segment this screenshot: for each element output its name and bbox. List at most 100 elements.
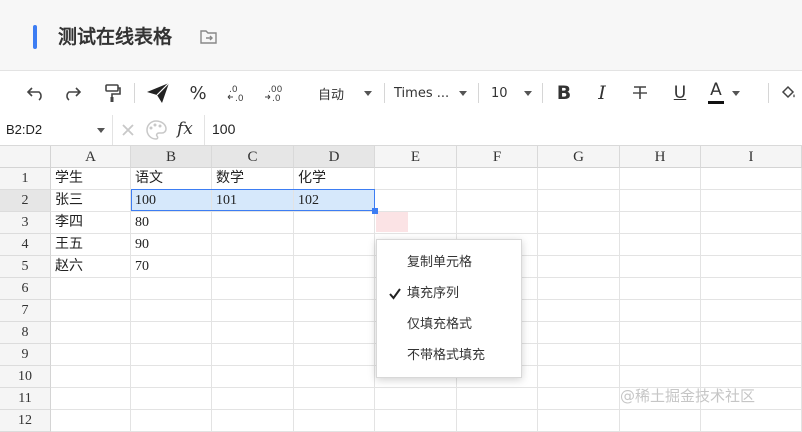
cell-a11[interactable]: [51, 388, 131, 410]
column-header-f[interactable]: F: [457, 146, 538, 168]
cell-g8[interactable]: [538, 322, 620, 344]
column-header-g[interactable]: G: [538, 146, 620, 168]
cell-i5[interactable]: [701, 256, 802, 278]
cell-f1[interactable]: [457, 168, 538, 190]
cell-c6[interactable]: [212, 278, 294, 300]
cell-e12[interactable]: [375, 410, 457, 432]
send-icon[interactable]: [142, 71, 174, 115]
number-format-dropdown[interactable]: 自动: [310, 71, 380, 115]
cell-b8[interactable]: [131, 322, 212, 344]
cell-i4[interactable]: [701, 234, 802, 256]
cell-e11[interactable]: [375, 388, 457, 410]
cell-i3[interactable]: [701, 212, 802, 234]
cell-a9[interactable]: [51, 344, 131, 366]
row-header-12[interactable]: 12: [0, 410, 51, 432]
row-header-4[interactable]: 4: [0, 234, 51, 256]
name-box[interactable]: B2:D2: [0, 115, 113, 145]
document-title[interactable]: 测试在线表格: [58, 23, 172, 51]
cell-f11[interactable]: [457, 388, 538, 410]
cell-a5[interactable]: 赵六: [51, 256, 131, 278]
row-header-5[interactable]: 5: [0, 256, 51, 278]
row-header-9[interactable]: 9: [0, 344, 51, 366]
cell-b1[interactable]: 语文: [131, 168, 212, 190]
row-header-8[interactable]: 8: [0, 322, 51, 344]
cell-h5[interactable]: [620, 256, 701, 278]
cell-g10[interactable]: [538, 366, 620, 388]
cell-b11[interactable]: [131, 388, 212, 410]
move-to-folder-icon[interactable]: [198, 28, 220, 46]
cell-c9[interactable]: [212, 344, 294, 366]
cell-i9[interactable]: [701, 344, 802, 366]
menu-item-3[interactable]: 不带格式填充: [377, 341, 521, 371]
cell-d8[interactable]: [294, 322, 375, 344]
row-header-3[interactable]: 3: [0, 212, 51, 234]
row-header-2[interactable]: 2: [0, 190, 51, 212]
cell-i1[interactable]: [701, 168, 802, 190]
cell-h8[interactable]: [620, 322, 701, 344]
column-header-c[interactable]: C: [212, 146, 294, 168]
cell-e2[interactable]: [375, 190, 457, 212]
row-header-10[interactable]: 10: [0, 366, 51, 388]
cell-b10[interactable]: [131, 366, 212, 388]
cell-a3[interactable]: 李四: [51, 212, 131, 234]
cell-c1[interactable]: 数学: [212, 168, 294, 190]
select-all-corner[interactable]: [0, 146, 51, 168]
cell-f12[interactable]: [457, 410, 538, 432]
cell-g4[interactable]: [538, 234, 620, 256]
cell-b7[interactable]: [131, 300, 212, 322]
cell-i8[interactable]: [701, 322, 802, 344]
menu-item-2[interactable]: 仅填充格式: [377, 310, 521, 340]
cell-a12[interactable]: [51, 410, 131, 432]
palette-icon[interactable]: [144, 119, 168, 145]
cell-e1[interactable]: [375, 168, 457, 190]
column-header-a[interactable]: A: [51, 146, 131, 168]
cell-d9[interactable]: [294, 344, 375, 366]
cell-a6[interactable]: [51, 278, 131, 300]
cell-g3[interactable]: [538, 212, 620, 234]
redo-icon[interactable]: [58, 71, 86, 115]
cell-a10[interactable]: [51, 366, 131, 388]
strikethrough-icon[interactable]: [626, 71, 654, 115]
cell-d3[interactable]: [294, 212, 375, 234]
text-color-button[interactable]: A: [706, 71, 742, 115]
column-header-e[interactable]: E: [375, 146, 457, 168]
cell-b3[interactable]: 80: [131, 212, 212, 234]
cell-h7[interactable]: [620, 300, 701, 322]
cell-c7[interactable]: [212, 300, 294, 322]
font-size-dropdown[interactable]: 10: [484, 71, 536, 115]
percent-format-button[interactable]: %: [184, 71, 212, 115]
cell-d1[interactable]: 化学: [294, 168, 375, 190]
cell-h4[interactable]: [620, 234, 701, 256]
fill-handle[interactable]: [372, 208, 378, 214]
italic-button[interactable]: I: [588, 71, 616, 115]
cell-a1[interactable]: 学生: [51, 168, 131, 190]
underline-button[interactable]: U: [666, 71, 694, 115]
cell-d4[interactable]: [294, 234, 375, 256]
cell-d7[interactable]: [294, 300, 375, 322]
cell-f2[interactable]: [457, 190, 538, 212]
column-header-h[interactable]: H: [620, 146, 701, 168]
function-button[interactable]: fx: [177, 119, 193, 139]
cell-g1[interactable]: [538, 168, 620, 190]
cell-g6[interactable]: [538, 278, 620, 300]
cell-g7[interactable]: [538, 300, 620, 322]
cell-b9[interactable]: [131, 344, 212, 366]
cell-c8[interactable]: [212, 322, 294, 344]
increase-decimal-icon[interactable]: .00.0: [262, 71, 288, 115]
cell-h3[interactable]: [620, 212, 701, 234]
column-header-d[interactable]: D: [294, 146, 375, 168]
cell-b5[interactable]: 70: [131, 256, 212, 278]
column-header-b[interactable]: B: [131, 146, 212, 168]
cell-b6[interactable]: [131, 278, 212, 300]
row-header-6[interactable]: 6: [0, 278, 51, 300]
row-header-7[interactable]: 7: [0, 300, 51, 322]
cell-a8[interactable]: [51, 322, 131, 344]
cell-g11[interactable]: [538, 388, 620, 410]
cell-g2[interactable]: [538, 190, 620, 212]
cell-h12[interactable]: [620, 410, 701, 432]
fill-color-icon[interactable]: [774, 71, 802, 115]
format-painter-icon[interactable]: [98, 71, 126, 115]
menu-item-0[interactable]: 复制单元格: [377, 248, 521, 278]
cell-i7[interactable]: [701, 300, 802, 322]
cell-c12[interactable]: [212, 410, 294, 432]
